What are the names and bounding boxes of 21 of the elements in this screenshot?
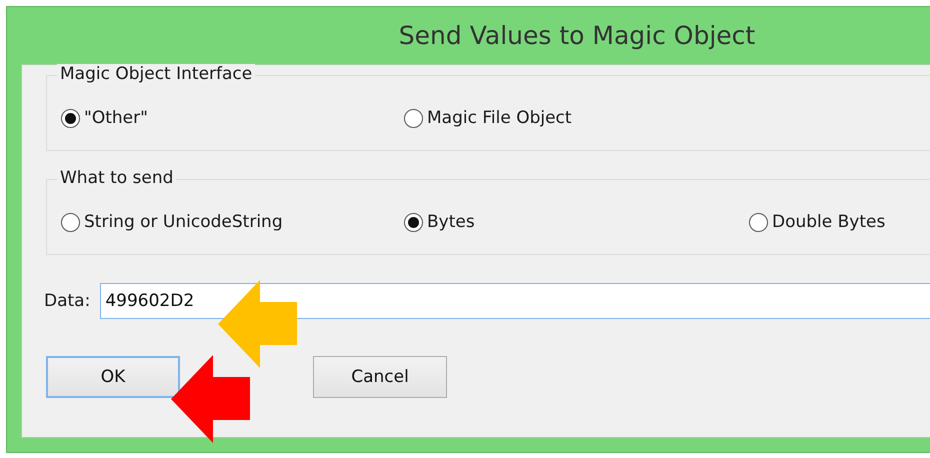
radio-option[interactable]: Magic File Object — [404, 108, 749, 128]
data-label: Data: — [44, 291, 90, 311]
radio-button[interactable] — [61, 212, 80, 232]
window-title: Send Values to Magic Object — [398, 21, 756, 50]
radio-button[interactable] — [749, 212, 768, 232]
data-field[interactable]: 499602D2 — [100, 283, 930, 319]
radio-button[interactable] — [404, 108, 423, 128]
radio-label: String or UnicodeString — [84, 212, 283, 232]
radio-button[interactable] — [61, 108, 80, 128]
radio-button[interactable] — [404, 212, 423, 232]
group-title: Magic Object Interface — [57, 64, 256, 84]
radio-label: "Other" — [84, 108, 148, 128]
radio-option[interactable]: "Other" — [61, 108, 404, 128]
ok-button[interactable]: OK — [46, 356, 180, 398]
cancel-button[interactable]: Cancel — [313, 356, 447, 398]
radio-option[interactable]: Double Bytes — [749, 212, 930, 232]
radio-option[interactable]: String or UnicodeString — [61, 212, 404, 232]
radio-option[interactable]: Bytes — [404, 212, 749, 232]
radio-label: Bytes — [427, 212, 475, 232]
radio-label: Double Bytes — [772, 212, 886, 232]
radio-label: Magic File Object — [427, 108, 572, 128]
